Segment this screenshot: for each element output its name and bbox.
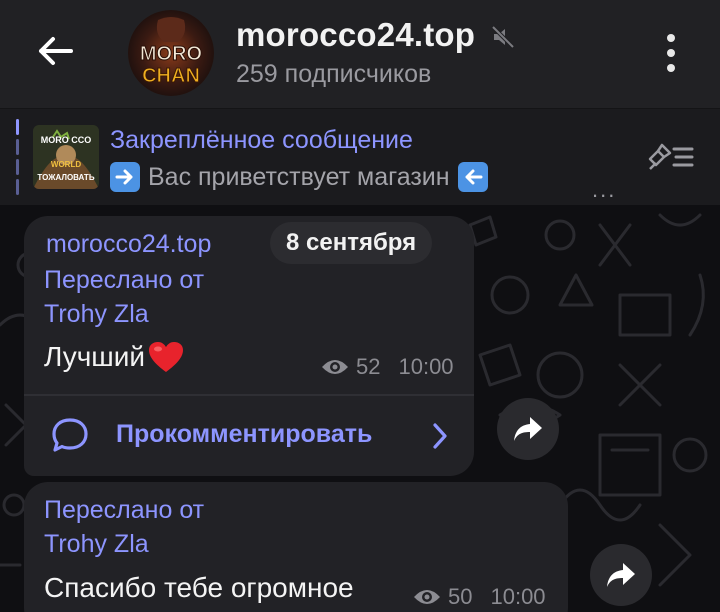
avatar-logo-bottom: CHAN bbox=[142, 65, 200, 87]
views-icon bbox=[322, 360, 348, 374]
channel-title[interactable]: morocco24.top bbox=[236, 16, 475, 54]
pinned-title: Закреплённое сообщение bbox=[110, 126, 413, 154]
channel-avatar[interactable]: MORO CHAN bbox=[128, 10, 214, 96]
comment-button[interactable]: Прокомментировать bbox=[24, 396, 474, 476]
pinned-message-bar[interactable]: MORO CCO WORLD ТОЖАЛОВАТЬ Закреплённое с… bbox=[0, 108, 720, 205]
arrow-right-emoji bbox=[110, 162, 140, 192]
thumb-text-mid: WORLD bbox=[51, 160, 81, 169]
share-button[interactable] bbox=[590, 544, 652, 606]
comment-icon bbox=[52, 418, 88, 452]
pinned-preview-text: Вас приветствует магазин bbox=[148, 162, 450, 191]
message-time: 10:00 bbox=[490, 584, 546, 609]
message-meta: 52 10:00 bbox=[320, 354, 454, 380]
channel-header: MORO CHAN morocco24.top 259 подписчиков bbox=[0, 0, 720, 108]
forwarded-label: Переслано от bbox=[44, 496, 205, 524]
comment-label: Прокомментировать bbox=[116, 420, 373, 448]
more-vertical-icon bbox=[667, 34, 675, 42]
forwarded-label: Переслано от bbox=[44, 266, 205, 294]
message-text: Лучший bbox=[44, 340, 185, 374]
views-count: 52 bbox=[356, 354, 381, 379]
arrow-left-emoji bbox=[457, 162, 488, 192]
pinned-thumbnail: MORO CCO WORLD ТОЖАЛОВАТЬ bbox=[33, 125, 99, 189]
message-bubble[interactable]: Переслано от Trohy Zla Спасибо тебе огро… bbox=[24, 482, 568, 612]
share-arrow-icon bbox=[607, 563, 635, 587]
channel-screen: MORO CHAN morocco24.top 259 подписчиков bbox=[0, 0, 720, 612]
forwarded-from[interactable]: Trohy Zla bbox=[44, 300, 149, 329]
share-arrow-icon bbox=[514, 417, 542, 441]
more-options-button[interactable] bbox=[656, 26, 686, 80]
avatar-logo-top: MORO bbox=[140, 43, 202, 65]
message-time: 10:00 bbox=[398, 354, 454, 379]
views-icon bbox=[414, 590, 440, 604]
message-text: Спасибо тебе огромное bbox=[44, 572, 354, 603]
heart-emoji bbox=[149, 342, 184, 372]
thumb-text-top: MORO CCO bbox=[41, 135, 92, 145]
subscriber-count: 259 подписчиков bbox=[236, 60, 432, 88]
date-separator: 8 сентября bbox=[270, 222, 433, 264]
forwarded-from[interactable]: Trohy Zla bbox=[44, 530, 149, 559]
pin-list-icon[interactable] bbox=[644, 139, 696, 175]
arrow-left-icon bbox=[39, 37, 73, 65]
views-count: 50 bbox=[448, 584, 473, 609]
share-button[interactable] bbox=[497, 398, 559, 460]
message-author[interactable]: morocco24.top bbox=[46, 230, 211, 259]
back-button[interactable] bbox=[30, 26, 80, 76]
pinned-preview: Вас приветствует магазин bbox=[110, 162, 488, 192]
muted-speaker-icon bbox=[491, 25, 515, 49]
thumb-text-bottom: ТОЖАЛОВАТЬ bbox=[37, 173, 94, 182]
chevron-right-icon bbox=[433, 423, 447, 449]
message-meta: 50 10:00 bbox=[412, 584, 546, 610]
pinned-ellipsis: ... bbox=[592, 177, 617, 202]
pinned-indicator bbox=[16, 119, 19, 195]
